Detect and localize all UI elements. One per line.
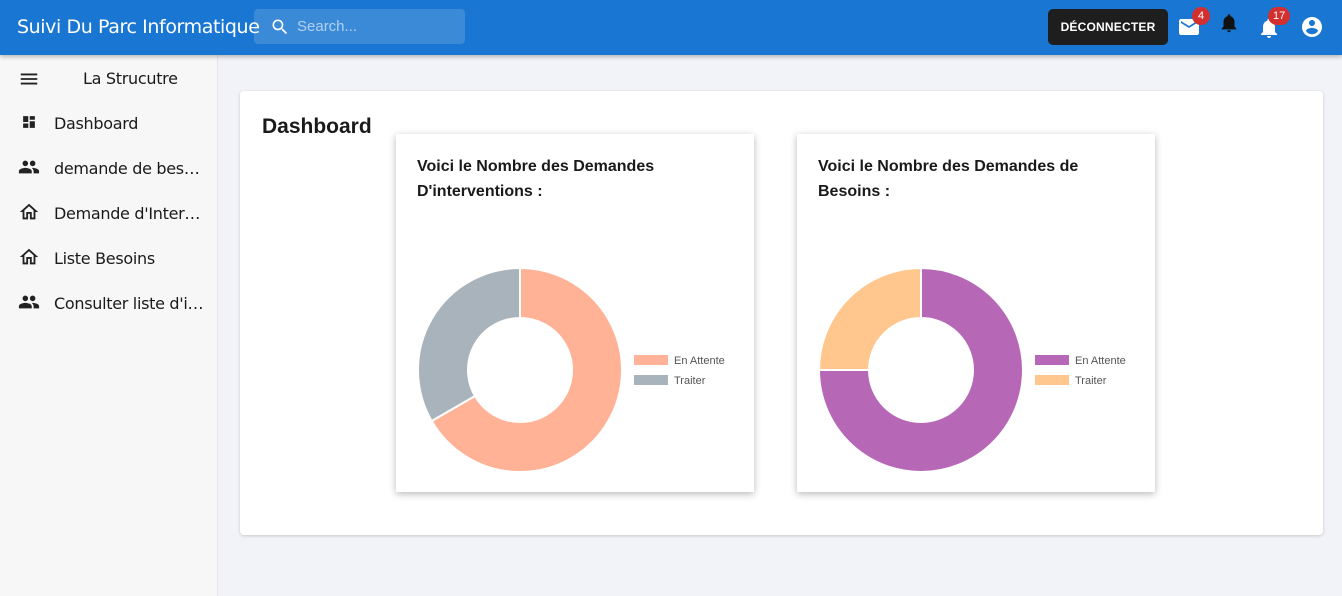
bell-icon[interactable]: [1218, 12, 1240, 34]
sidebar-item-demande-besoin[interactable]: demande de besoin: [0, 145, 218, 190]
dashboard-card: Dashboard Voici le Nombre des Demandes D…: [240, 91, 1323, 535]
slice-traiter[interactable]: [817, 266, 922, 371]
interventions-chart-card: Voici le Nombre des Demandes D'intervent…: [396, 134, 754, 492]
legend-label[interactable]: Traiter: [674, 375, 706, 387]
account-icon[interactable]: [1300, 15, 1324, 39]
sidebar-item-demande-intervention[interactable]: Demande d'Intervention: [0, 190, 218, 235]
people-icon: [18, 295, 40, 309]
besoins-doughnut-chart: En Attente Traiter: [817, 266, 1126, 473]
notifications-badge: 17: [1268, 7, 1291, 25]
legend-label[interactable]: En Attente: [1075, 355, 1126, 367]
besoins-chart-card: Voici le Nombre des Demandes de Besoins …: [797, 134, 1155, 492]
slice-traiter[interactable]: [417, 266, 521, 423]
legend-label[interactable]: En Attente: [674, 355, 725, 367]
sidebar-item-label: Liste Besoins: [54, 249, 155, 268]
mail-badge: 4: [1192, 7, 1210, 25]
search-box[interactable]: [254, 9, 465, 44]
sidebar-item-label: Dashboard: [54, 114, 139, 133]
search-input[interactable]: [297, 9, 457, 44]
sidebar-item-label: demande de besoin: [54, 159, 206, 178]
sidebar-title: La Strucutre: [83, 69, 178, 88]
legend-swatch: [634, 355, 668, 365]
search-icon: [272, 19, 288, 35]
sidebar-item-label: Consulter liste d'interventions: [54, 294, 206, 313]
home-icon: [19, 203, 39, 220]
dashboard-icon: [23, 116, 35, 128]
legend-swatch: [1035, 355, 1069, 365]
sidebar-item-liste-besoins[interactable]: Liste Besoins: [0, 235, 218, 280]
sidebar-item-dashboard[interactable]: Dashboard: [0, 100, 218, 145]
sidebar-header: La Strucutre: [0, 55, 218, 100]
people-icon: [18, 160, 40, 174]
legend-swatch: [634, 375, 668, 385]
sidebar-item-label: Demande d'Intervention: [54, 204, 206, 223]
legend-label[interactable]: Traiter: [1075, 375, 1107, 387]
logout-button[interactable]: DÉCONNECTER: [1048, 9, 1168, 45]
menu-icon[interactable]: [18, 68, 40, 90]
sidebar: La Strucutre Dashboard demande de besoin…: [0, 55, 218, 596]
sidebar-item-consulter-interventions[interactable]: Consulter liste d'interventions: [0, 280, 218, 325]
app-bar: Suivi Du Parc Informatique DÉCONNECTER 4…: [0, 0, 1342, 55]
legend-swatch: [1035, 375, 1069, 385]
home-icon: [19, 248, 39, 265]
page-title: Dashboard: [262, 115, 372, 138]
app-title: Suivi Du Parc Informatique: [17, 16, 260, 38]
interventions-doughnut-chart: En Attente Traiter: [417, 266, 725, 473]
